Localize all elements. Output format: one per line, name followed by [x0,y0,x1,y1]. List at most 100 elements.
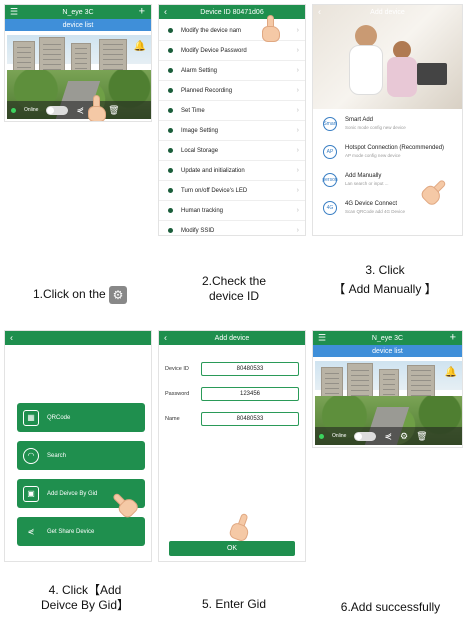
name-input[interactable]: 80480533 [201,412,299,426]
back-icon[interactable]: ‹ [164,333,167,343]
panel-add-device-options: ‹ Add device Smart Smart Add Sonic mode co… [312,4,463,236]
bullet-icon [168,148,173,153]
bullet-icon [168,28,173,33]
method-header: ‹ [5,331,151,345]
device-list-tab[interactable]: device list [5,19,151,31]
add-icon[interactable]: + [139,6,145,18]
settings-item[interactable]: Modify SSID › [159,221,305,235]
qrcode-button[interactable]: ▦ QRCode [17,403,145,432]
camera-controls: Online ⋞ ⚙ 🗑 [315,427,462,445]
add-icon[interactable]: + [450,332,456,344]
settings-header: ‹ Device ID 80471d06 [159,5,305,19]
chevron-right-icon: › [296,127,299,134]
chevron-right-icon: › [296,227,299,234]
panel-enter-gid: ‹ Add device Device ID 80480533 Password… [158,330,306,562]
settings-item[interactable]: Alarm Setting › [159,61,305,81]
name-row: Name 80480533 [165,411,299,427]
settings-item[interactable]: Image Setting › [159,121,305,141]
option-title: Hotspot Connection (Recommended) [345,145,445,151]
bullet-icon [168,228,173,233]
panel-device-list-2: ☰ N_eye 3C + device list 🔔 Online ⋞ ⚙ 🗑 [312,330,463,448]
qrcode-icon: ▦ [23,409,39,426]
header-bar: ☰ N_eye 3C + [313,331,462,345]
menu-icon[interactable]: ☰ [318,333,326,343]
add-option[interactable]: AP Hotspot Connection (Recommended) AP mod… [323,145,462,167]
device-id-row: Device ID 80480533 [165,361,299,377]
caption-step-5: 5. Enter Gid [201,597,267,611]
device-id-title: Device ID 80471d06 [200,8,264,16]
bullet-icon [168,188,173,193]
panel-add-method: ‹ ▦ QRCode ◠ Search ▣ Add Deivce By Gid … [4,330,152,562]
chevron-right-icon: › [296,107,299,114]
option-desc: AP mode config new device [345,153,401,158]
option-desc: Sonic mode config new device [345,125,406,130]
toggle-switch[interactable] [354,431,377,441]
header-bar: ☰ N_eye 3C + [5,5,151,19]
settings-item[interactable]: Local Storage › [159,141,305,161]
camera-preview[interactable]: 🔔 Online ⋞ ⚙ 🗑 [7,35,151,119]
delete-icon[interactable]: 🗑 [416,431,427,442]
chevron-right-icon: › [296,147,299,154]
chevron-right-icon: › [296,187,299,194]
camera-preview[interactable]: 🔔 Online ⋞ ⚙ 🗑 [315,361,462,445]
caption-step-2: 2.Check the device ID [201,274,267,303]
device-id-input[interactable]: 80480533 [201,362,299,376]
settings-item-label: Modify SSID [181,227,215,234]
caption-step-1: 1.Click on the ⚙ [10,286,150,304]
bell-icon[interactable]: 🔔 [134,41,146,52]
add-option[interactable]: 4G 4G Device Connect Scan QRCode add 4G De… [323,201,462,223]
password-row: Password 123456 [165,386,299,402]
option-icon: Smart [323,117,337,131]
bullet-icon [168,88,173,93]
settings-item[interactable]: Human tracking › [159,201,305,221]
search-button[interactable]: ◠ Search [17,441,145,470]
toggle-switch[interactable] [46,105,69,115]
settings-item[interactable]: Planned Recording › [159,81,305,101]
panel-device-settings: ‹ Device ID 80471d06 Modify the device n… [158,4,306,236]
settings-item[interactable]: Update and initialization › [159,161,305,181]
back-icon[interactable]: ‹ [318,7,321,17]
wifi-icon: ◠ [23,447,39,464]
online-dot-icon [319,433,324,439]
online-dot-icon [11,107,16,113]
bullet-icon [168,128,173,133]
password-input[interactable]: 123456 [201,387,299,401]
option-icon: 4G [323,201,337,215]
back-icon[interactable]: ‹ [10,333,13,343]
bullet-icon [168,208,173,213]
ok-button[interactable]: OK [169,541,295,556]
chevron-right-icon: › [296,207,299,214]
caption-step-4: 4. Click【Add Deivce By Gid】 [40,583,130,612]
back-icon[interactable]: ‹ [164,7,167,17]
menu-icon[interactable]: ☰ [10,7,18,17]
chevron-right-icon: › [296,67,299,74]
hand-pointer-icon [259,15,281,43]
gear-icon[interactable]: ⚙ [400,431,408,442]
bullet-icon [168,108,173,113]
settings-item[interactable]: Set Time › [159,101,305,121]
settings-item-label: Planned Recording [181,87,233,94]
chevron-right-icon: › [296,87,299,94]
option-title: 4G Device Connect [345,201,398,207]
option-desc: Scan QRCode add 4G Device [345,209,406,214]
settings-item-label: Image Setting [181,127,219,134]
add-option[interactable]: Smart Smart Add Sonic mode config new devi… [323,117,462,139]
bullet-icon [168,48,173,53]
settings-item[interactable]: Modify the device nam › [159,21,305,41]
gid-icon: ▣ [23,485,39,502]
settings-item-label: Human tracking [181,207,224,214]
bell-icon[interactable]: 🔔 [445,367,457,378]
app-title: N_eye 3C [62,8,94,16]
settings-item[interactable]: Modify Device Password › [159,41,305,61]
settings-item-label: Alarm Setting [181,67,218,74]
share-icon[interactable]: ⋞ [76,105,84,116]
settings-item[interactable]: Turn on/off Device's LED › [159,181,305,201]
bullet-icon [168,168,173,173]
device-list-tab[interactable]: device list [313,345,462,357]
delete-icon[interactable]: 🗑 [108,105,119,116]
add-device-header: ‹ Add device [313,5,462,19]
add-device-title: Add device [370,8,405,16]
settings-item-label: Turn on/off Device's LED [181,187,248,194]
share-icon[interactable]: ⋞ [384,431,392,442]
camera-controls: Online ⋞ ⚙ 🗑 [7,101,151,119]
